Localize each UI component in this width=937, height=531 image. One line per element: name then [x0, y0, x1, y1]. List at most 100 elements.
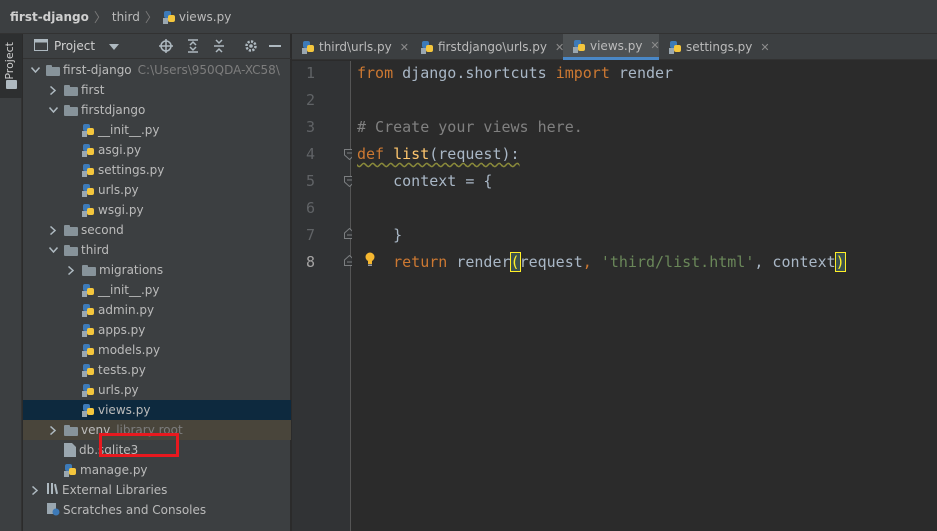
- code-line-7: }: [357, 226, 402, 244]
- expand-all-icon[interactable]: [185, 38, 201, 54]
- breadcrumb-file[interactable]: views.py: [162, 9, 232, 24]
- tree-item-manage[interactable]: manage.py: [23, 460, 291, 480]
- tree-item-init-py[interactable]: __init__.py: [23, 120, 291, 140]
- close-icon[interactable]: ✕: [400, 41, 409, 54]
- tree-item-label: urls.py: [98, 383, 139, 397]
- tab-settings[interactable]: settings.py ✕: [659, 34, 770, 60]
- folder-icon: [82, 264, 96, 276]
- project-tool-label: Project: [3, 42, 16, 80]
- tree-item-urls-py[interactable]: urls.py: [23, 380, 291, 400]
- tree-item-third[interactable]: third: [23, 240, 291, 260]
- tree-item-db-sqlite3[interactable]: db.sqlite3: [23, 440, 291, 460]
- chevron-down-icon[interactable]: [109, 39, 120, 53]
- tree-item-external-libraries[interactable]: External Libraries: [23, 480, 291, 500]
- tree-item-apps-py[interactable]: apps.py: [23, 320, 291, 340]
- breadcrumb-file-label: views.py: [178, 9, 232, 24]
- collapse-all-icon[interactable]: [211, 38, 227, 54]
- navigation-breadcrumb: first-django 〉 third 〉 views.py: [0, 0, 937, 34]
- code-text: , context: [754, 253, 836, 271]
- tree-item-label: venv: [81, 423, 111, 437]
- project-tool-tab[interactable]: Project: [0, 34, 22, 98]
- python-file-icon: [82, 323, 95, 337]
- project-view-icon: [34, 38, 48, 54]
- tree-item-second[interactable]: second: [23, 220, 291, 240]
- tab-label: settings.py: [686, 40, 753, 54]
- chevron-right-icon[interactable]: [65, 264, 77, 276]
- tree-item-tests-py[interactable]: tests.py: [23, 360, 291, 380]
- line-number: 6: [305, 199, 315, 217]
- tree-item-venv[interactable]: venv library root: [23, 420, 291, 440]
- tree-item-label: settings.py: [98, 163, 165, 177]
- tree-item-label: tests.py: [98, 363, 146, 377]
- project-panel: Project first-django C:\Users\950QDA-XC58…: [23, 34, 291, 531]
- code-text: render: [609, 64, 674, 82]
- tree-item-meta: C:\Users\950QDA-XC58\: [137, 63, 280, 77]
- python-file-icon: [82, 203, 95, 217]
- tree-item-firstdjango[interactable]: firstdjango: [23, 100, 291, 120]
- python-file-icon: [64, 463, 77, 477]
- tree-item-views-py[interactable]: views.py: [23, 400, 291, 420]
- tree-item-label: firstdjango: [81, 103, 146, 117]
- chevron-down-icon[interactable]: [29, 64, 41, 76]
- scratches-icon: [46, 502, 60, 519]
- tree-item-init-py[interactable]: __init__.py: [23, 280, 291, 300]
- tree-item-settings-py[interactable]: settings.py: [23, 160, 291, 180]
- tree-item-scratches[interactable]: Scratches and Consoles: [23, 500, 291, 520]
- chevron-right-icon[interactable]: [29, 484, 41, 496]
- project-view-selector[interactable]: Project: [54, 39, 95, 53]
- line-number: 7: [305, 226, 315, 244]
- folder-icon: [46, 64, 60, 76]
- code-punct: ,: [582, 253, 601, 271]
- tree-item-label: manage.py: [80, 463, 148, 477]
- line-number: 1: [305, 64, 315, 82]
- tab-firstdjango-urls[interactable]: firstdjango\urls.py ✕: [411, 34, 564, 60]
- tree-item-migrations[interactable]: migrations: [23, 260, 291, 280]
- tree-item-models-py[interactable]: models.py: [23, 340, 291, 360]
- code-text: request: [519, 253, 583, 271]
- tab-third-urls[interactable]: third\urls.py ✕: [292, 34, 409, 60]
- breadcrumb-project[interactable]: first-django: [10, 10, 89, 24]
- keyword: import: [555, 64, 610, 82]
- tree-item-admin-py[interactable]: admin.py: [23, 300, 291, 320]
- tree-item-first[interactable]: first: [23, 80, 291, 100]
- chevron-right-icon[interactable]: [47, 84, 59, 96]
- chevron-right-icon[interactable]: [47, 424, 59, 436]
- gear-icon[interactable]: [243, 38, 259, 54]
- code-editor[interactable]: from django.shortcuts import render # Cr…: [352, 61, 937, 531]
- tree-item-asgi-py[interactable]: asgi.py: [23, 140, 291, 160]
- chevron-down-icon[interactable]: [47, 104, 59, 116]
- close-icon[interactable]: ✕: [760, 41, 769, 54]
- code-text: django.shortcuts: [393, 64, 556, 82]
- tree-item-label: admin.py: [98, 303, 155, 317]
- tree-item-urls-py[interactable]: urls.py: [23, 180, 291, 200]
- tree-item-label: second: [81, 223, 124, 237]
- tree-item-wsgi-py[interactable]: wsgi.py: [23, 200, 291, 220]
- editor-tab-bar: third\urls.py ✕ firstdjango\urls.py ✕ vi…: [292, 34, 937, 60]
- python-file-icon: [82, 123, 95, 137]
- tree-item-label: models.py: [98, 343, 161, 357]
- tree-item-label: views.py: [98, 403, 151, 417]
- folder-icon: [64, 224, 78, 236]
- keyword: from: [357, 64, 394, 82]
- locate-file-icon[interactable]: [158, 38, 174, 54]
- tree-item-first-django[interactable]: first-django C:\Users\950QDA-XC58\: [23, 60, 291, 80]
- breadcrumb-folder[interactable]: third: [112, 10, 140, 24]
- line-number: 5: [305, 172, 315, 190]
- tab-views[interactable]: views.py ✕: [563, 34, 660, 60]
- python-file-icon: [82, 183, 95, 197]
- tree-item-label: apps.py: [98, 323, 146, 337]
- comment: # Create your views here.: [357, 118, 583, 136]
- chevron-down-icon[interactable]: [47, 244, 59, 256]
- chevron-right-icon[interactable]: [47, 224, 59, 236]
- code-line-8: return render(request, 'third/list.html'…: [357, 252, 846, 272]
- lightbulb-icon[interactable]: [365, 252, 375, 266]
- hide-panel-icon[interactable]: [267, 38, 283, 54]
